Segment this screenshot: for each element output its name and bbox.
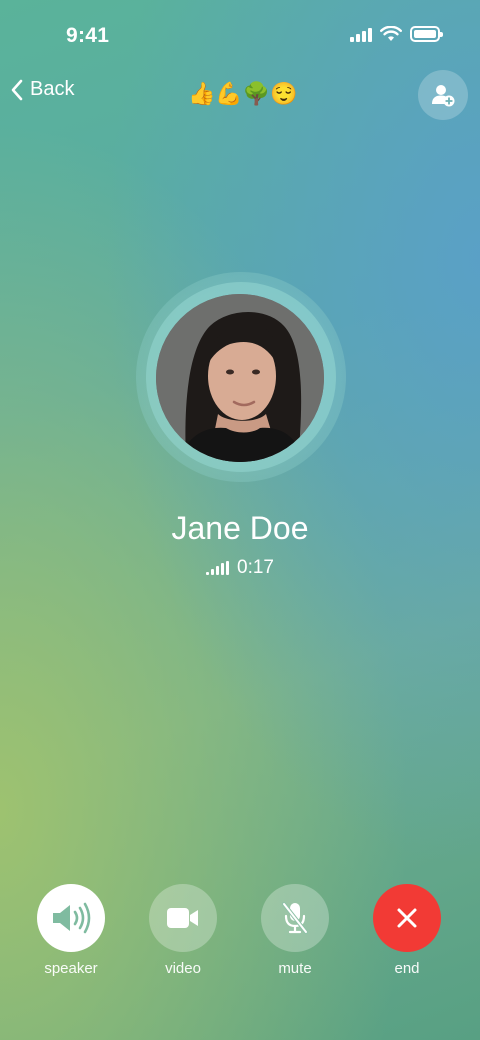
call-quality-icon [206, 561, 229, 575]
back-label: Back [30, 78, 75, 100]
nav-bar: Back 👍💪🌳😌 [0, 70, 480, 120]
avatar-halo [136, 272, 346, 482]
battery-icon [410, 26, 443, 42]
caller-name: Jane Doe [171, 510, 309, 546]
avatar [156, 294, 324, 462]
chevron-left-icon [11, 79, 23, 100]
call-duration: 0:17 [237, 557, 274, 578]
mute-button-circle[interactable] [261, 884, 329, 952]
speaker-button[interactable]: speaker [26, 884, 116, 977]
video-camera-icon [167, 908, 198, 928]
wifi-icon [380, 26, 402, 41]
emoji-status: 👍💪🌳😌 [188, 81, 298, 106]
caller-portrait [156, 294, 324, 462]
cellular-signal-icon [350, 26, 372, 42]
video-button[interactable]: video [138, 884, 228, 977]
end-call-button[interactable]: end [362, 884, 452, 977]
speaker-icon [53, 902, 91, 934]
back-button[interactable]: Back [10, 78, 74, 101]
status-icons [350, 26, 443, 42]
call-controls: speaker video mute end [0, 884, 480, 984]
speaker-label: speaker [44, 960, 98, 977]
close-icon [397, 908, 417, 928]
add-contact-button[interactable] [418, 70, 468, 120]
status-bar: 9:41 [0, 0, 480, 70]
video-label: video [165, 960, 201, 977]
add-person-icon [432, 85, 455, 107]
speaker-button-circle[interactable] [37, 884, 105, 952]
end-call-button-circle[interactable] [373, 884, 441, 952]
microphone-off-icon [282, 902, 308, 934]
call-meta: 0:17 [0, 557, 480, 579]
mute-label: mute [278, 960, 312, 977]
end-label: end [394, 960, 420, 977]
video-button-circle[interactable] [149, 884, 217, 952]
mute-button[interactable]: mute [250, 884, 340, 977]
status-time: 9:41 [66, 24, 110, 47]
